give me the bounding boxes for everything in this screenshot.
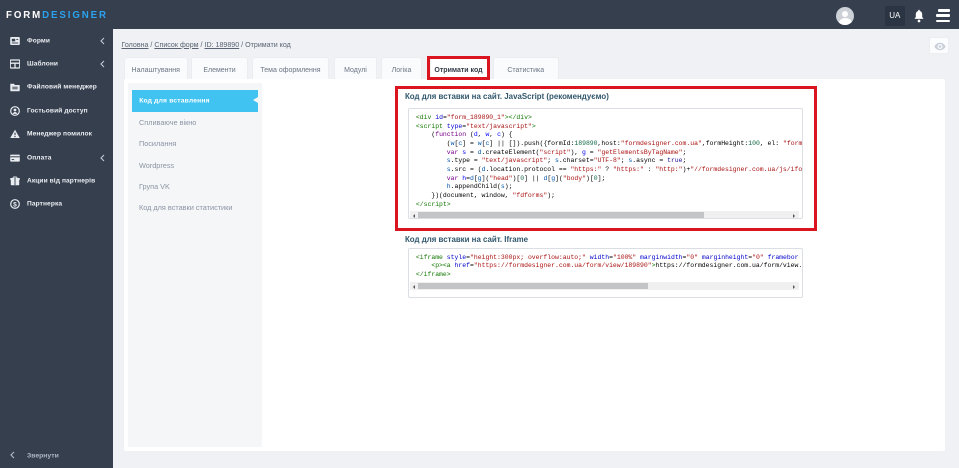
svg-text:$: $ [13,202,17,209]
